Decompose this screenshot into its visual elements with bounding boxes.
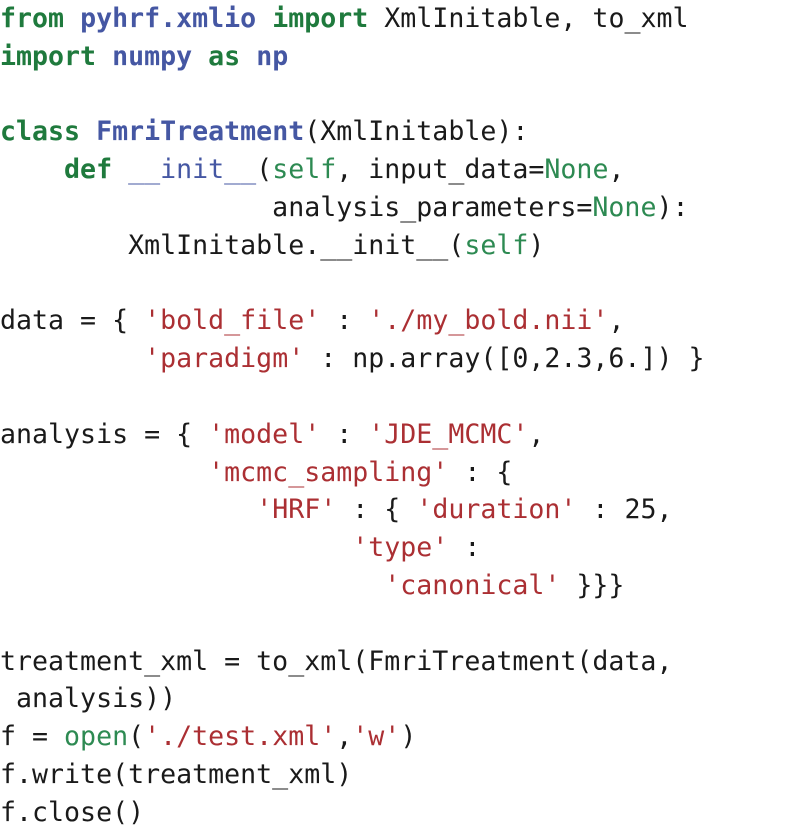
code-line: treatment_xml = to_xml(FmriTreatment(dat… (0, 643, 800, 681)
code-line: 'canonical' }}} (0, 567, 800, 605)
code-token-str: 'type' (352, 532, 449, 564)
code-token-str: 'model' (208, 418, 321, 450)
code-token-plain: , (656, 494, 673, 526)
code-token-plain: : (320, 305, 369, 337)
code-token-str: 'JDE_MCMC' (368, 418, 529, 450)
code-token-plain: treatment_xml = to_xml(FmriTreatment(dat… (0, 645, 673, 677)
code-line: f.write(treatment_xml) (0, 756, 800, 794)
code-token-plain: (XmlInitable): (304, 116, 529, 148)
code-token-str: 'canonical' (384, 569, 561, 601)
code-token-str: 'bold_file' (144, 305, 321, 337)
code-line: analysis_parameters=None): (0, 189, 800, 227)
code-token-plain: ) (528, 229, 545, 261)
code-line: import numpy as np (0, 38, 800, 76)
code-token-num: 25 (624, 494, 657, 526)
code-listing: from pyhrf.xmlio import XmlInitable, to_… (0, 0, 800, 828)
code-token-str: 'paradigm' (144, 343, 305, 375)
code-token-builtin: open (64, 721, 129, 753)
code-line: XmlInitable.__init__(self) (0, 227, 800, 265)
code-token-str: 'HRF' (256, 494, 337, 526)
code-token-mod: FmriTreatment (96, 116, 305, 148)
code-token-plain: ( (128, 721, 145, 753)
code-token-plain: data = { (0, 305, 145, 337)
code-line: analysis)) (0, 680, 800, 718)
code-token-kw: import (272, 3, 369, 34)
code-line: data = { 'bold_file' : './my_bold.nii', (0, 302, 800, 340)
code-token-builtin: self (464, 229, 529, 261)
code-token-plain: , (608, 154, 625, 186)
code-token-plain: }}} (560, 569, 625, 601)
code-line: 'HRF' : { 'duration' : 25, (0, 491, 800, 529)
code-token-plain: f.write(treatment_xml) (0, 758, 353, 790)
code-token-plain: , (336, 721, 353, 753)
code-token-mod: np (256, 40, 289, 72)
code-token-plain: ) (400, 721, 417, 753)
code-token-kw: import (0, 40, 97, 72)
code-token-kw: from (0, 3, 65, 34)
code-line: 'type' : (0, 529, 800, 567)
code-line: from pyhrf.xmlio import XmlInitable, to_… (0, 0, 800, 38)
code-token-plain: XmlInitable.__init__( (0, 229, 465, 261)
code-token-plain: : { (448, 456, 513, 488)
code-line: f.close() (0, 794, 800, 832)
code-token-plain: ): (656, 191, 689, 223)
code-token-plain: XmlInitable, to_xml (368, 3, 689, 34)
code-line: class FmriTreatment(XmlInitable): (0, 113, 800, 151)
code-token-str: 'mcmc_sampling' (208, 456, 449, 488)
code-line: 'mcmc_sampling' : { (0, 454, 800, 492)
code-token-plain: ( (256, 154, 273, 186)
code-line: f = open('./test.xml','w') (0, 718, 800, 756)
code-token-plain: analysis = { (0, 418, 209, 450)
code-token-plain: , (608, 305, 625, 337)
code-token-str: 'w' (352, 721, 401, 753)
code-token-builtin: None (544, 154, 609, 186)
code-token-builtin: self (272, 154, 337, 186)
code-token-plain: : (320, 418, 369, 450)
code-token-plain: f = (0, 721, 65, 753)
code-token-plain: : np.array([0,2.3,6.]) } (304, 343, 705, 375)
code-token-plain: : (448, 532, 481, 564)
code-token-mod: numpy (112, 40, 193, 72)
code-token-kw: class (0, 116, 81, 148)
code-token-str: './test.xml' (144, 721, 337, 753)
code-token-str: './my_bold.nii' (368, 305, 609, 337)
code-token-str: 'duration' (416, 494, 577, 526)
code-token-plain: f.close() (0, 796, 145, 828)
code-token-plain: analysis)) (0, 683, 177, 715)
code-token-plain: analysis_parameters= (0, 191, 593, 223)
code-token-plain: , input_data= (336, 154, 545, 186)
code-token-builtin: None (592, 191, 657, 223)
code-token-fn: __init__ (128, 154, 257, 186)
code-token-kw: def (64, 154, 113, 186)
code-token-plain: , (528, 418, 545, 450)
code-token-plain: : { (336, 494, 417, 526)
code-line: 'paradigm' : np.array([0,2.3,6.]) } (0, 340, 800, 378)
code-line: def __init__(self, input_data=None, (0, 151, 800, 189)
code-token-plain: : (576, 494, 625, 526)
code-line: analysis = { 'model' : 'JDE_MCMC', (0, 416, 800, 454)
code-token-kw: as (208, 40, 241, 72)
code-token-mod: pyhrf.xmlio (80, 3, 257, 34)
